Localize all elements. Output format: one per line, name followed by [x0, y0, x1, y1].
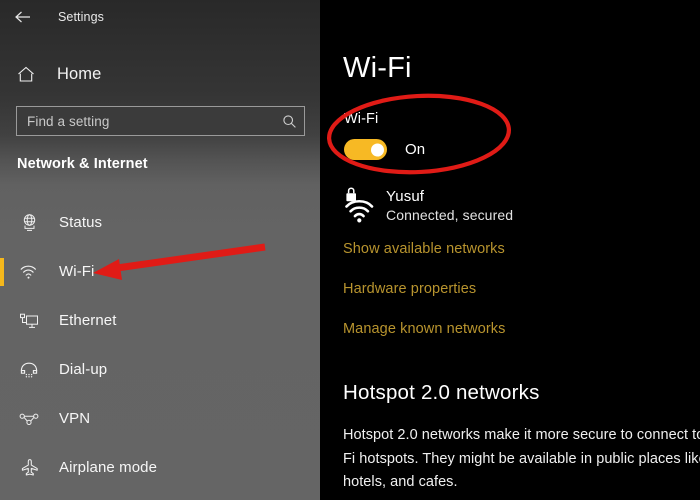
link-manage-known-networks[interactable]: Manage known networks [343, 321, 506, 337]
wifi-toggle-row[interactable]: On [344, 139, 425, 160]
selection-accent-bar [0, 257, 4, 286]
settings-sidebar: Settings Home Find a setting Network & I… [0, 0, 320, 500]
search-placeholder-text: Find a setting [27, 113, 110, 129]
sidebar-item-home[interactable]: Home [0, 58, 320, 90]
settings-window: Settings Home Find a setting Network & I… [0, 0, 700, 500]
sidebar-item-airplane-mode[interactable]: Airplane mode [0, 443, 320, 492]
link-hardware-properties[interactable]: Hardware properties [343, 281, 476, 297]
sidebar-item-label: Wi-Fi [59, 263, 95, 280]
hotspot-section-title: Hotspot 2.0 networks [343, 381, 540, 404]
sidebar-item-label: Dial-up [59, 361, 108, 378]
wifi-toggle-label: Wi-Fi [344, 111, 379, 127]
search-input[interactable]: Find a setting [16, 106, 305, 136]
back-button[interactable] [0, 2, 46, 32]
wifi-signal-icon [17, 260, 41, 284]
home-icon [17, 66, 39, 83]
sidebar-nav: Status Wi-Fi Ethernet Dial-up VPN Airpla… [0, 198, 320, 492]
page-title: Wi-Fi [343, 52, 412, 84]
sidebar-item-vpn[interactable]: VPN [0, 394, 320, 443]
sidebar-item-label: Home [57, 64, 102, 83]
sidebar-item-wifi[interactable]: Wi-Fi [0, 247, 320, 296]
wifi-settings-panel: Wi-Fi Wi-Fi On Yusuf Connected, secured … [320, 0, 700, 500]
airplane-icon [17, 456, 41, 480]
sidebar-item-ethernet[interactable]: Ethernet [0, 296, 320, 345]
title-bar: Settings [0, 0, 320, 34]
search-icon[interactable] [274, 114, 304, 129]
window-title: Settings [58, 10, 104, 24]
connected-network[interactable]: Yusuf Connected, secured [342, 186, 513, 226]
sidebar-item-dialup[interactable]: Dial-up [0, 345, 320, 394]
hotspot-description: Hotspot 2.0 networks make it more secure… [343, 427, 700, 490]
wifi-toggle-switch[interactable] [344, 139, 387, 160]
wifi-locked-icon [342, 186, 378, 226]
toggle-knob [371, 143, 384, 156]
sidebar-item-label: VPN [59, 410, 91, 427]
sidebar-section-title: Network & Internet [17, 156, 148, 172]
back-arrow-icon [14, 9, 32, 25]
ethernet-monitor-icon [17, 309, 41, 333]
sidebar-item-status[interactable]: Status [0, 198, 320, 247]
network-name: Yusuf [386, 188, 425, 205]
wifi-toggle-state: On [405, 141, 426, 158]
network-status: Connected, secured [386, 207, 514, 223]
sidebar-item-label: Status [59, 214, 103, 231]
globe-monitor-icon [17, 211, 41, 235]
sidebar-item-label: Airplane mode [59, 459, 158, 476]
phone-handset-icon [17, 358, 41, 382]
network-text-block: Yusuf Connected, secured [386, 186, 513, 225]
vpn-network-icon [17, 407, 41, 431]
link-show-available-networks[interactable]: Show available networks [343, 241, 505, 257]
sidebar-item-label: Ethernet [59, 312, 117, 329]
